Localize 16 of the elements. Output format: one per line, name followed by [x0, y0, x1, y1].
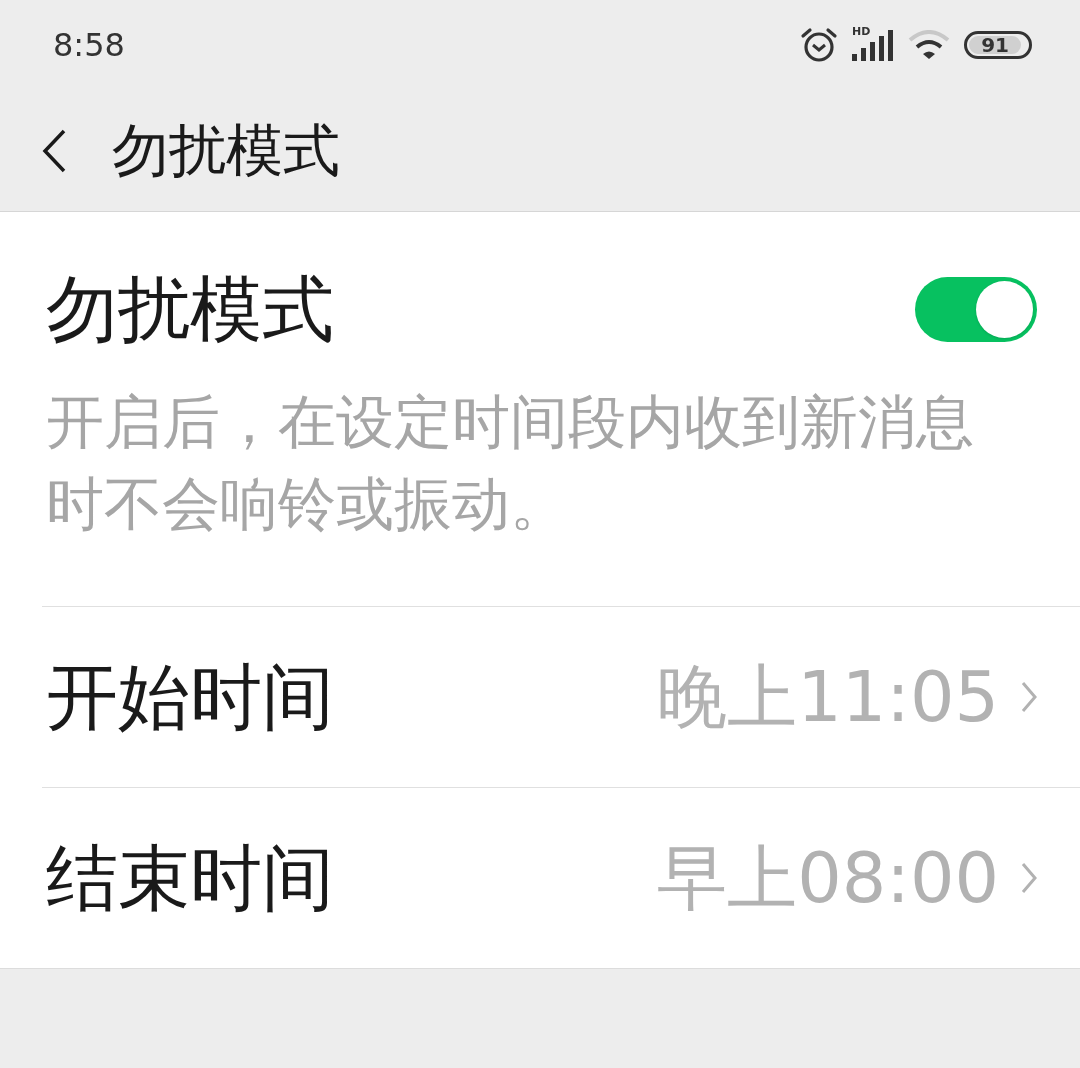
row-label: 开始时间: [46, 661, 334, 733]
time-setting-row[interactable]: 结束时间 早上08:00: [42, 788, 1080, 968]
chevron-right-icon: [1021, 681, 1037, 713]
setting-description: 开启后，在设定时间段内收到新消息时不会响铃或振动。: [46, 387, 975, 540]
status-time: 8:58: [53, 29, 125, 61]
wifi-icon: [908, 30, 950, 60]
setting-label: 勿扰模式: [46, 273, 334, 345]
time-value: 晚上11:05: [657, 662, 999, 732]
page-title: 勿扰模式: [112, 122, 340, 179]
chevron-right-icon: [1021, 862, 1037, 894]
alarm-icon: [800, 27, 838, 63]
row-label: 结束时间: [46, 842, 334, 914]
time-setting-row[interactable]: 开始时间 晚上11:05: [42, 607, 1080, 787]
time-value: 早上08:00: [657, 843, 999, 913]
battery-icon: 91: [964, 31, 1032, 59]
back-chevron-icon: [42, 128, 66, 173]
